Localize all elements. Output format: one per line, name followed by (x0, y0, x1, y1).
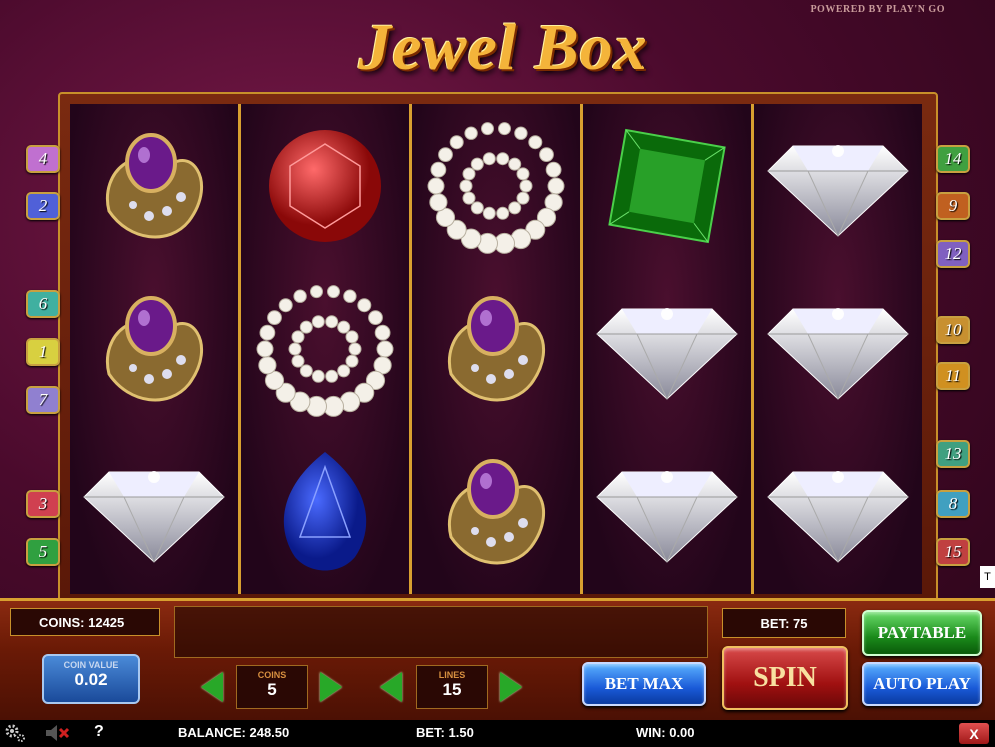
bet-display: BET: 75 (722, 608, 846, 638)
payline-indicator-11[interactable]: 11 (936, 362, 970, 390)
payline-indicator-12[interactable]: 12 (936, 240, 970, 268)
balance-readout: BALANCE: 248.50 (178, 725, 290, 740)
reel-2 (241, 104, 412, 594)
payline-indicator-9[interactable]: 9 (936, 192, 970, 220)
payline-indicator-8[interactable]: 8 (936, 490, 970, 518)
reel-4 (583, 104, 754, 594)
coins-stepper: COINS 5 (236, 665, 308, 709)
payline-indicator-10[interactable]: 10 (936, 316, 970, 344)
lines-stepper: LINES 15 (416, 665, 488, 709)
payline-indicator-14[interactable]: 14 (936, 145, 970, 173)
powered-by: POWERED BY PLAY'N GO (810, 4, 945, 15)
payline-indicator-15[interactable]: 15 (936, 538, 970, 566)
sound-muted-icon[interactable] (44, 724, 70, 745)
purple-brooch-symbol-icon (70, 267, 238, 430)
diamond-symbol-icon (754, 267, 922, 430)
diamond-symbol-icon (70, 431, 238, 594)
payline-indicator-4[interactable]: 4 (26, 145, 60, 173)
payline-indicator-2[interactable]: 2 (26, 192, 60, 220)
auto-play-button[interactable]: AUTO PLAY (862, 662, 982, 706)
diamond-symbol-icon (583, 267, 751, 430)
reel-1 (70, 104, 241, 594)
tooltip-tab: T (980, 566, 995, 588)
message-area (174, 606, 708, 658)
coin-value-label: COIN VALUE (63, 660, 119, 670)
purple-brooch-symbol-icon (412, 431, 580, 594)
lines-decrease-arrow-icon[interactable] (380, 672, 402, 702)
diamond-symbol-icon (583, 431, 751, 594)
ruby-symbol-icon (241, 104, 409, 267)
payline-indicator-3[interactable]: 3 (26, 490, 60, 518)
coin-value-button[interactable]: COIN VALUE 0.02 (42, 654, 140, 704)
close-button[interactable]: X (959, 723, 989, 744)
coins-value: 5 (267, 680, 277, 699)
coins-label: COINS (257, 670, 287, 680)
reels (70, 104, 922, 594)
game-logo: Jewel Box (358, 11, 648, 84)
coins-decrease-arrow-icon[interactable] (201, 672, 223, 702)
settings-gear-icon[interactable] (4, 723, 26, 746)
diamond-symbol-icon (754, 104, 922, 267)
coins-display: COINS: 12425 (10, 608, 160, 636)
payline-indicator-5[interactable]: 5 (26, 538, 60, 566)
purple-brooch-symbol-icon (70, 104, 238, 267)
purple-brooch-symbol-icon (412, 267, 580, 430)
reel-3 (412, 104, 583, 594)
lines-value: 15 (442, 680, 462, 699)
status-bar: ? BALANCE: 248.50 BET: 1.50 WIN: 0.00 X (0, 720, 995, 747)
paytable-button[interactable]: PAYTABLE (862, 610, 982, 656)
emerald-symbol-icon (583, 104, 751, 267)
lines-increase-arrow-icon[interactable] (500, 672, 522, 702)
payline-indicator-1[interactable]: 1 (26, 338, 60, 366)
payline-indicator-7[interactable]: 7 (26, 386, 60, 414)
payline-indicator-13[interactable]: 13 (936, 440, 970, 468)
win-readout: WIN: 0.00 (636, 725, 695, 740)
bet-readout: BET: 1.50 (416, 725, 474, 740)
sapphire-symbol-icon (241, 431, 409, 594)
lines-label: LINES (438, 670, 466, 680)
bet-max-button[interactable]: BET MAX (582, 662, 706, 706)
diamond-symbol-icon (754, 431, 922, 594)
spin-button[interactable]: SPIN (722, 646, 848, 710)
reel-5 (754, 104, 922, 594)
payline-indicator-6[interactable]: 6 (26, 290, 60, 318)
coin-value: 0.02 (74, 670, 108, 689)
pearl-necklace-symbol-icon (412, 104, 580, 267)
coins-increase-arrow-icon[interactable] (320, 672, 342, 702)
pearl-necklace-symbol-icon (241, 267, 409, 430)
help-icon[interactable]: ? (94, 723, 104, 741)
